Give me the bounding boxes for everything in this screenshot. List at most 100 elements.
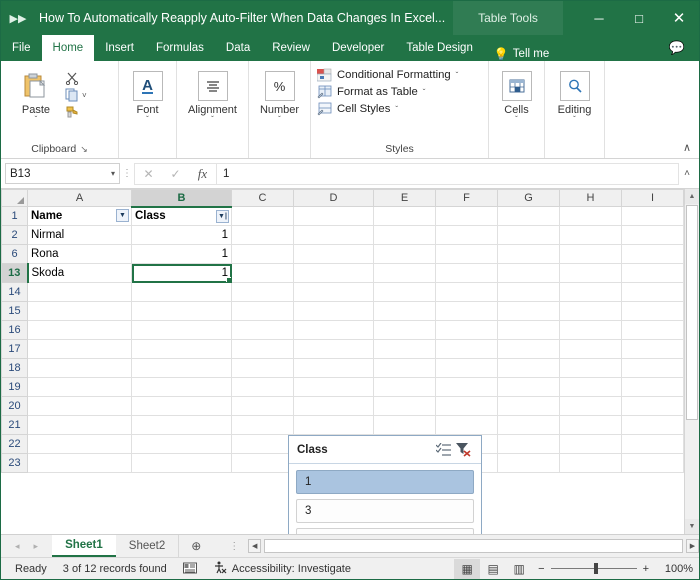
cell-i1[interactable] [621, 206, 684, 226]
cell-g22[interactable] [497, 434, 560, 454]
row-header-17[interactable]: 17 [1, 339, 28, 359]
clipboard-dialog-launcher[interactable]: ↘ [80, 144, 88, 155]
zoom-slider-track[interactable] [550, 563, 637, 574]
cell-h2[interactable] [559, 225, 622, 245]
row-header-16[interactable]: 16 [1, 320, 28, 340]
sheet-tab-sheet1[interactable]: Sheet1 [52, 535, 116, 557]
close-button[interactable]: ✕ [659, 1, 699, 35]
cell-h23[interactable] [559, 453, 622, 473]
format-painter-button[interactable] [65, 104, 87, 120]
cell-d15[interactable] [293, 301, 374, 321]
slicer-item-4[interactable]: 4 [296, 528, 474, 534]
cell-c15[interactable] [231, 301, 294, 321]
number-button[interactable]: % Number ˇ [255, 66, 304, 124]
cell-g14[interactable] [497, 282, 560, 302]
vertical-scrollbar[interactable]: ▲ ▼ [684, 189, 699, 534]
cell-a20[interactable] [27, 396, 132, 416]
cell-e6[interactable] [373, 244, 436, 264]
cell-h14[interactable] [559, 282, 622, 302]
tab-formulas[interactable]: Formulas [145, 35, 215, 61]
cell-g1[interactable] [497, 206, 560, 226]
zoom-slider-thumb[interactable] [593, 563, 598, 574]
cell-f20[interactable] [435, 396, 498, 416]
cell-d14[interactable] [293, 282, 374, 302]
cell-b23[interactable] [131, 453, 232, 473]
cell-a13[interactable]: Skoda [27, 263, 132, 283]
tab-developer[interactable]: Developer [321, 35, 395, 61]
cell-e2[interactable] [373, 225, 436, 245]
comments-icon[interactable]: 💬 [669, 40, 685, 56]
horizontal-scroll-track[interactable] [264, 539, 683, 553]
cell-b15[interactable] [131, 301, 232, 321]
row-header-1[interactable]: 1 [1, 206, 28, 226]
name-box[interactable]: B13 ▾ [5, 163, 120, 184]
cell-a2[interactable]: Nirmal [27, 225, 132, 245]
cell-c19[interactable] [231, 377, 294, 397]
cell-a23[interactable] [27, 453, 132, 473]
tab-file[interactable]: File [1, 35, 42, 61]
cell-d18[interactable] [293, 358, 374, 378]
clear-filter-icon[interactable] [453, 441, 473, 459]
cell-e19[interactable] [373, 377, 436, 397]
cell-c23[interactable] [231, 453, 294, 473]
sheet-next-icon[interactable]: ▸ [34, 541, 39, 552]
cell-a1[interactable]: Name ▼ [27, 206, 132, 226]
zoom-level-label[interactable]: 100% [655, 563, 693, 575]
cell-g2[interactable] [497, 225, 560, 245]
cell-c22[interactable] [231, 434, 294, 454]
accessibility-status[interactable]: Accessibility: Investigate [205, 561, 359, 577]
cell-g21[interactable] [497, 415, 560, 435]
cell-i19[interactable] [621, 377, 684, 397]
cell-c1[interactable] [231, 206, 294, 226]
row-header-13[interactable]: 13 [1, 263, 29, 283]
cell-h6[interactable] [559, 244, 622, 264]
cell-e1[interactable] [373, 206, 436, 226]
editing-button[interactable]: Editing ˇ [551, 66, 598, 124]
cell-styles-caret-icon[interactable]: ˇ [395, 105, 398, 114]
editing-caret-icon[interactable]: ˇ [573, 116, 576, 124]
cell-f19[interactable] [435, 377, 498, 397]
select-all-corner[interactable] [1, 189, 28, 207]
vertical-scroll-thumb[interactable] [686, 205, 698, 420]
cell-f1[interactable] [435, 206, 498, 226]
cell-c17[interactable] [231, 339, 294, 359]
cell-e20[interactable] [373, 396, 436, 416]
sheet-tab-sheet2[interactable]: Sheet2 [115, 535, 180, 557]
cell-g19[interactable] [497, 377, 560, 397]
cell-d17[interactable] [293, 339, 374, 359]
cell-a22[interactable] [27, 434, 132, 454]
cell-b20[interactable] [131, 396, 232, 416]
cell-d19[interactable] [293, 377, 374, 397]
add-sheet-icon[interactable]: ⊕ [179, 535, 213, 557]
multi-select-icon[interactable] [433, 441, 453, 459]
cell-g23[interactable] [497, 453, 560, 473]
paste-caret-icon[interactable]: ˇ [35, 116, 38, 124]
zoom-out-button[interactable]: − [538, 563, 544, 575]
slicer-item-1[interactable]: 1 [296, 470, 474, 494]
minimize-button[interactable]: ─ [579, 1, 619, 35]
format-as-table-button[interactable]: Format as Table ˇ [317, 85, 480, 99]
paste-button[interactable]: Paste ˇ [7, 66, 65, 124]
maximize-button[interactable]: □ [619, 1, 659, 35]
format-as-table-caret-icon[interactable]: ˇ [423, 88, 426, 97]
cell-e21[interactable] [373, 415, 436, 435]
cell-b13[interactable]: 1 [131, 263, 232, 283]
cell-g6[interactable] [497, 244, 560, 264]
cells-caret-icon[interactable]: ˇ [515, 116, 518, 124]
cell-f13[interactable] [435, 263, 498, 283]
cell-b17[interactable] [131, 339, 232, 359]
record-macro-icon[interactable] [175, 562, 205, 575]
cell-b1[interactable]: Class ▼| [131, 206, 232, 226]
cell-g13[interactable] [497, 263, 560, 283]
cell-c16[interactable] [231, 320, 294, 340]
cell-h20[interactable] [559, 396, 622, 416]
cell-b22[interactable] [131, 434, 232, 454]
cell-a19[interactable] [27, 377, 132, 397]
conditional-formatting-caret-icon[interactable]: ˇ [456, 71, 459, 80]
slicer-item-3[interactable]: 3 [296, 499, 474, 523]
row-header-22[interactable]: 22 [1, 434, 28, 454]
cell-i20[interactable] [621, 396, 684, 416]
row-header-14[interactable]: 14 [1, 282, 28, 302]
cell-h16[interactable] [559, 320, 622, 340]
cell-i23[interactable] [621, 453, 684, 473]
